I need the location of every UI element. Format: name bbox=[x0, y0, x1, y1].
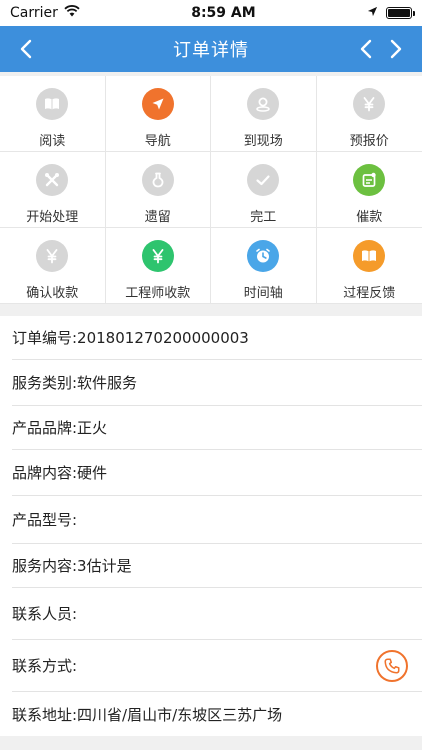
book-icon bbox=[36, 88, 69, 120]
phone-icon bbox=[384, 657, 400, 674]
previous-order-button[interactable] bbox=[354, 36, 380, 62]
detail-text: 服务类别:软件服务 bbox=[12, 374, 138, 392]
action-read[interactable]: 阅读 bbox=[0, 76, 106, 152]
next-order-button[interactable] bbox=[382, 36, 408, 62]
detail-text: 联系方式: bbox=[12, 657, 78, 675]
action-label: 预报价 bbox=[349, 134, 389, 149]
detail-text: 联系地址:四川省/眉山市/东坡区三苏广场 bbox=[12, 705, 283, 724]
action-label: 确认收款 bbox=[26, 286, 79, 301]
wifi-icon bbox=[64, 5, 80, 21]
action-engineer-payment[interactable]: 工程师收款 bbox=[105, 228, 211, 304]
screen: Carrier 8:59 AM 订单详情 阅读 导航 到现场 预报价 开始处理 … bbox=[0, 0, 422, 750]
tools-icon bbox=[36, 164, 69, 196]
detail-brand-content: 品牌内容:硬件 bbox=[12, 450, 422, 496]
action-process-feedback[interactable]: 过程反馈 bbox=[316, 228, 422, 304]
action-label: 过程反馈 bbox=[343, 286, 396, 301]
detail-text: 联系人员: bbox=[12, 605, 78, 623]
action-grid: 阅读 导航 到现场 预报价 开始处理 遗留 完工 催款 确认收款 工程师收款 时… bbox=[0, 76, 422, 304]
chevron-left-icon bbox=[360, 39, 372, 59]
action-start-processing[interactable]: 开始处理 bbox=[0, 152, 106, 228]
detail-contact-method: 联系方式: bbox=[12, 640, 422, 692]
status-time: 8:59 AM bbox=[191, 5, 256, 21]
action-label: 催款 bbox=[356, 210, 383, 225]
detail-brand: 产品品牌:正火 bbox=[12, 406, 422, 450]
carrier-label: Carrier bbox=[10, 5, 58, 21]
detail-service-content: 服务内容:3估计是 bbox=[12, 544, 422, 588]
detail-service-type: 服务类别:软件服务 bbox=[12, 360, 422, 406]
location-pin-icon bbox=[247, 88, 280, 120]
detail-text: 产品型号: bbox=[12, 511, 78, 529]
yen-icon bbox=[141, 240, 174, 272]
flask-icon bbox=[141, 164, 174, 196]
status-right bbox=[367, 5, 415, 21]
order-details-list: 订单编号:201801270200000003 服务类别:软件服务 产品品牌:正… bbox=[0, 316, 422, 736]
book-icon bbox=[353, 240, 386, 272]
action-label: 时间轴 bbox=[243, 286, 283, 301]
battery-fill bbox=[387, 9, 410, 17]
status-bar: Carrier 8:59 AM bbox=[0, 0, 422, 26]
action-label: 导航 bbox=[144, 134, 171, 149]
action-arrive-onsite[interactable]: 到现场 bbox=[211, 76, 317, 152]
action-label: 到现场 bbox=[243, 134, 283, 149]
detail-text: 品牌内容:硬件 bbox=[12, 464, 108, 482]
action-quote[interactable]: 预报价 bbox=[316, 76, 422, 152]
detail-model: 产品型号: bbox=[12, 496, 422, 544]
detail-text: 订单编号:201801270200000003 bbox=[12, 329, 249, 347]
action-label: 遗留 bbox=[144, 210, 171, 225]
reminder-icon bbox=[353, 164, 386, 196]
status-left: Carrier bbox=[10, 5, 80, 21]
action-label: 完工 bbox=[250, 210, 277, 225]
yen-icon bbox=[36, 240, 69, 272]
action-timeline[interactable]: 时间轴 bbox=[211, 228, 317, 304]
action-confirm-payment[interactable]: 确认收款 bbox=[0, 228, 106, 304]
page-title: 订单详情 bbox=[173, 40, 249, 61]
back-button[interactable] bbox=[14, 36, 40, 62]
action-label: 阅读 bbox=[39, 134, 66, 149]
yen-icon bbox=[353, 88, 386, 120]
detail-contact-person: 联系人员: bbox=[12, 588, 422, 640]
detail-order-number: 订单编号:201801270200000003 bbox=[12, 316, 422, 360]
navigation-arrow-icon bbox=[141, 88, 174, 120]
action-complete[interactable]: 完工 bbox=[211, 152, 317, 228]
chevron-left-icon bbox=[20, 39, 32, 59]
action-label: 工程师收款 bbox=[125, 286, 191, 301]
checkmark-icon bbox=[247, 164, 280, 196]
action-label: 开始处理 bbox=[26, 210, 79, 225]
nav-bar: 订单详情 bbox=[0, 26, 422, 72]
section-gap bbox=[0, 304, 422, 316]
detail-address: 联系地址:四川省/眉山市/东坡区三苏广场 bbox=[12, 692, 422, 736]
action-leftover[interactable]: 遗留 bbox=[105, 152, 211, 228]
battery-icon bbox=[385, 7, 415, 19]
action-payment-reminder[interactable]: 催款 bbox=[316, 152, 422, 228]
clock-icon bbox=[247, 240, 280, 272]
action-navigate[interactable]: 导航 bbox=[105, 76, 211, 152]
detail-text: 产品品牌:正火 bbox=[12, 419, 108, 437]
chevron-right-icon bbox=[390, 39, 402, 59]
call-button[interactable] bbox=[376, 649, 408, 682]
detail-text: 服务内容:3估计是 bbox=[12, 557, 132, 575]
location-arrow-icon bbox=[367, 5, 378, 21]
